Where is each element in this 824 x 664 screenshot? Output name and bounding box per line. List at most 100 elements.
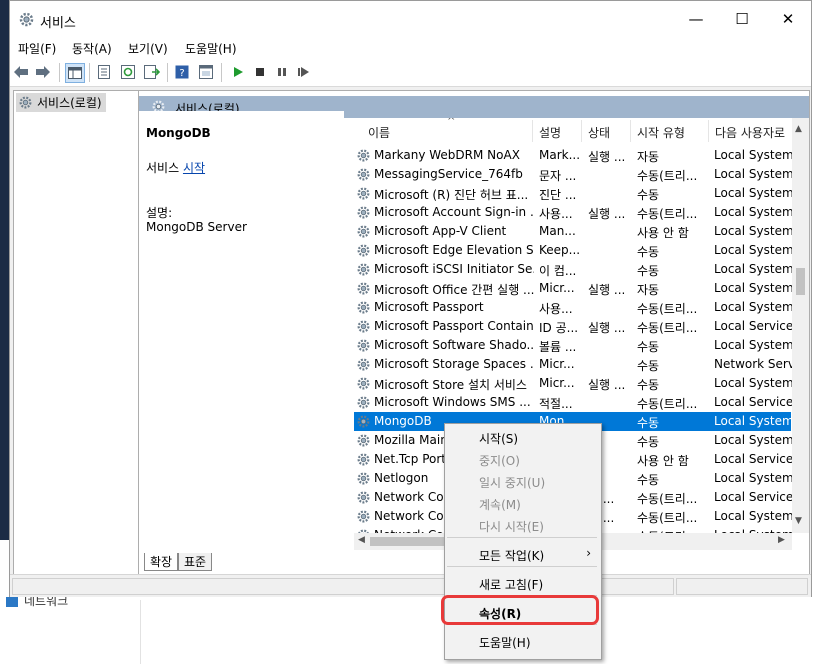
service-startup-type: 수동 bbox=[637, 264, 660, 278]
table-row[interactable]: Microsoft Passport Container ID 공... 실행 ..… bbox=[354, 317, 792, 336]
service-description: 사용... bbox=[539, 302, 573, 316]
service-name: Microsoft Store 설치 서비스 bbox=[374, 378, 527, 392]
table-row[interactable]: Microsoft Edge Elevation S... Keep... 수동 Lo… bbox=[354, 241, 792, 260]
menu-action[interactable]: 동작(A) bbox=[72, 40, 112, 57]
service-log-on-as: Local System bbox=[714, 186, 792, 200]
table-row[interactable]: Microsoft Windows SMS ... 적절... 수동(트리... Lo… bbox=[354, 393, 792, 412]
service-gear-icon bbox=[356, 357, 371, 372]
show-console-tree-icon[interactable] bbox=[65, 63, 85, 83]
table-row[interactable]: Microsoft Storage Spaces ... Micr... 수동 Net… bbox=[354, 355, 792, 374]
gear-icon bbox=[19, 12, 34, 27]
service-log-on-as: Local System bbox=[714, 300, 792, 314]
column-divider[interactable] bbox=[581, 120, 582, 142]
scroll-up-icon[interactable]: ▲ bbox=[795, 124, 802, 134]
ctx-all-tasks-item[interactable]: 모든 작업(K) › bbox=[445, 543, 601, 565]
table-row[interactable]: Microsoft Office 간편 실행 ... Micr... 실행 ... 자… bbox=[354, 279, 792, 298]
menu-separator bbox=[447, 537, 597, 538]
service-gear-icon bbox=[356, 452, 371, 467]
table-row[interactable]: Microsoft Store 설치 서비스 Micr... 실행 ... 수동 Loc… bbox=[354, 374, 792, 393]
column-divider[interactable] bbox=[532, 120, 533, 142]
table-row[interactable]: Microsoft Account Sign-in ... 사용... 실행 ...… bbox=[354, 203, 792, 222]
service-startup-type: 사용 안 함 bbox=[637, 454, 689, 468]
tree-item-services-local[interactable]: 서비스(로컬) bbox=[16, 93, 106, 112]
minimize-button[interactable]: — bbox=[673, 1, 719, 38]
ctx-help-item[interactable]: 도움말(H) bbox=[445, 630, 601, 652]
mmc-view-icon[interactable] bbox=[197, 63, 215, 81]
scroll-thumb[interactable] bbox=[796, 268, 805, 295]
table-row[interactable]: Microsoft iSCSI Initiator Se... 이 컴... 수동 L… bbox=[354, 260, 792, 279]
service-description: 적절... bbox=[539, 397, 573, 411]
scroll-down-icon[interactable]: ▼ bbox=[795, 516, 802, 526]
service-log-on-as: Local System bbox=[714, 243, 792, 257]
stop-icon[interactable] bbox=[251, 63, 269, 81]
column-status[interactable]: 상태 bbox=[588, 124, 610, 141]
menu-item-label: 다시 시작(E) bbox=[479, 520, 544, 534]
table-row[interactable]: Markany WebDRM NoAX Mark... 실행 ... 자동 Local … bbox=[354, 146, 792, 165]
service-log-on-as: Local System bbox=[714, 281, 792, 295]
menu-help[interactable]: 도움말(H) bbox=[185, 40, 237, 57]
network-icon bbox=[6, 596, 18, 607]
ctx-pause-item[interactable]: 일시 중지(U) bbox=[445, 470, 601, 492]
service-description: Micr... bbox=[539, 281, 575, 295]
menu-view[interactable]: 보기(V) bbox=[128, 40, 168, 57]
column-description[interactable]: 설명 bbox=[539, 124, 561, 141]
service-name: Microsoft Software Shado... bbox=[374, 338, 534, 352]
scroll-right-icon[interactable]: ▶ bbox=[778, 535, 785, 545]
column-divider[interactable] bbox=[708, 120, 709, 142]
service-name: Markany WebDRM NoAX bbox=[374, 148, 520, 162]
pane-header-notch bbox=[139, 111, 344, 119]
view-tabs: 확장 표준 bbox=[138, 552, 438, 572]
scroll-left-icon[interactable]: ◀ bbox=[358, 535, 365, 545]
column-name[interactable]: 이름 bbox=[368, 124, 390, 141]
service-startup-type: 수동 bbox=[637, 359, 660, 373]
service-gear-icon bbox=[356, 509, 371, 524]
service-log-on-as: Local System bbox=[714, 205, 792, 219]
play-icon[interactable] bbox=[229, 63, 247, 81]
forward-arrow-icon[interactable] bbox=[34, 63, 52, 81]
service-log-on-as: Local System bbox=[714, 471, 792, 485]
column-divider[interactable] bbox=[630, 120, 631, 142]
ctx-refresh-item[interactable]: 새로 고침(F) bbox=[445, 572, 601, 594]
service-gear-icon bbox=[356, 471, 371, 486]
service-name: Microsoft App-V Client bbox=[374, 224, 507, 238]
title-bar[interactable]: 서비스 — ☐ ✕ bbox=[10, 1, 811, 38]
table-row[interactable]: Microsoft Passport 사용... 수동(트리... Local Sys… bbox=[354, 298, 792, 317]
maximize-button[interactable]: ☐ bbox=[719, 1, 765, 38]
service-startup-type: 수동 bbox=[637, 245, 660, 259]
ctx-restart-item[interactable]: 다시 시작(E) bbox=[445, 514, 601, 536]
menu-file[interactable]: 파일(F) bbox=[18, 40, 56, 57]
console-tree: 서비스(로컬) bbox=[13, 90, 139, 577]
table-row[interactable]: MessagingService_764fb 문자 ... 수동(트리... Loca… bbox=[354, 165, 792, 184]
service-gear-icon bbox=[356, 319, 371, 334]
service-startup-type: 수동(트리... bbox=[637, 492, 698, 506]
toolbar-separator bbox=[89, 63, 90, 82]
tab-standard[interactable]: 표준 bbox=[178, 553, 213, 571]
service-startup-type: 사용 안 함 bbox=[637, 226, 689, 240]
table-row[interactable]: Microsoft App-V Client Man... 사용 안 함 Local … bbox=[354, 222, 792, 241]
export-list-icon[interactable] bbox=[143, 63, 161, 81]
service-description: Mark... bbox=[539, 148, 579, 162]
service-gear-icon bbox=[356, 186, 371, 201]
close-button[interactable]: ✕ bbox=[765, 1, 811, 38]
svg-text:?: ? bbox=[179, 68, 184, 79]
vertical-scrollbar[interactable]: ▲ ▼ bbox=[792, 118, 809, 533]
service-gear-icon bbox=[356, 224, 371, 239]
properties-icon[interactable] bbox=[95, 63, 113, 81]
column-log-on-as[interactable]: 다음 사용자로 bbox=[715, 124, 785, 141]
table-row[interactable]: Microsoft (R) 진단 허브 표... 진단 ... 수동 Local Sy… bbox=[354, 184, 792, 203]
chevron-right-icon: › bbox=[586, 546, 591, 560]
help-icon[interactable]: ? bbox=[173, 63, 191, 81]
tab-extended[interactable]: 확장 bbox=[144, 553, 179, 571]
back-arrow-icon[interactable] bbox=[12, 63, 30, 81]
ctx-stop-item[interactable]: 중지(O) bbox=[445, 448, 601, 470]
ctx-resume-item[interactable]: 계속(M) bbox=[445, 492, 601, 514]
refresh-icon[interactable] bbox=[119, 63, 137, 81]
start-service-link[interactable]: 시작 bbox=[183, 161, 205, 175]
service-description: 사용... bbox=[539, 207, 573, 221]
pause-icon[interactable] bbox=[273, 63, 291, 81]
scroll-thumb[interactable] bbox=[370, 537, 445, 546]
ctx-start-item[interactable]: 시작(S) bbox=[445, 426, 601, 448]
table-row[interactable]: Microsoft Software Shado... 볼륨 ... 수동 Local… bbox=[354, 336, 792, 355]
column-startup-type[interactable]: 시작 유형 bbox=[637, 124, 685, 141]
restart-icon[interactable] bbox=[295, 63, 313, 81]
